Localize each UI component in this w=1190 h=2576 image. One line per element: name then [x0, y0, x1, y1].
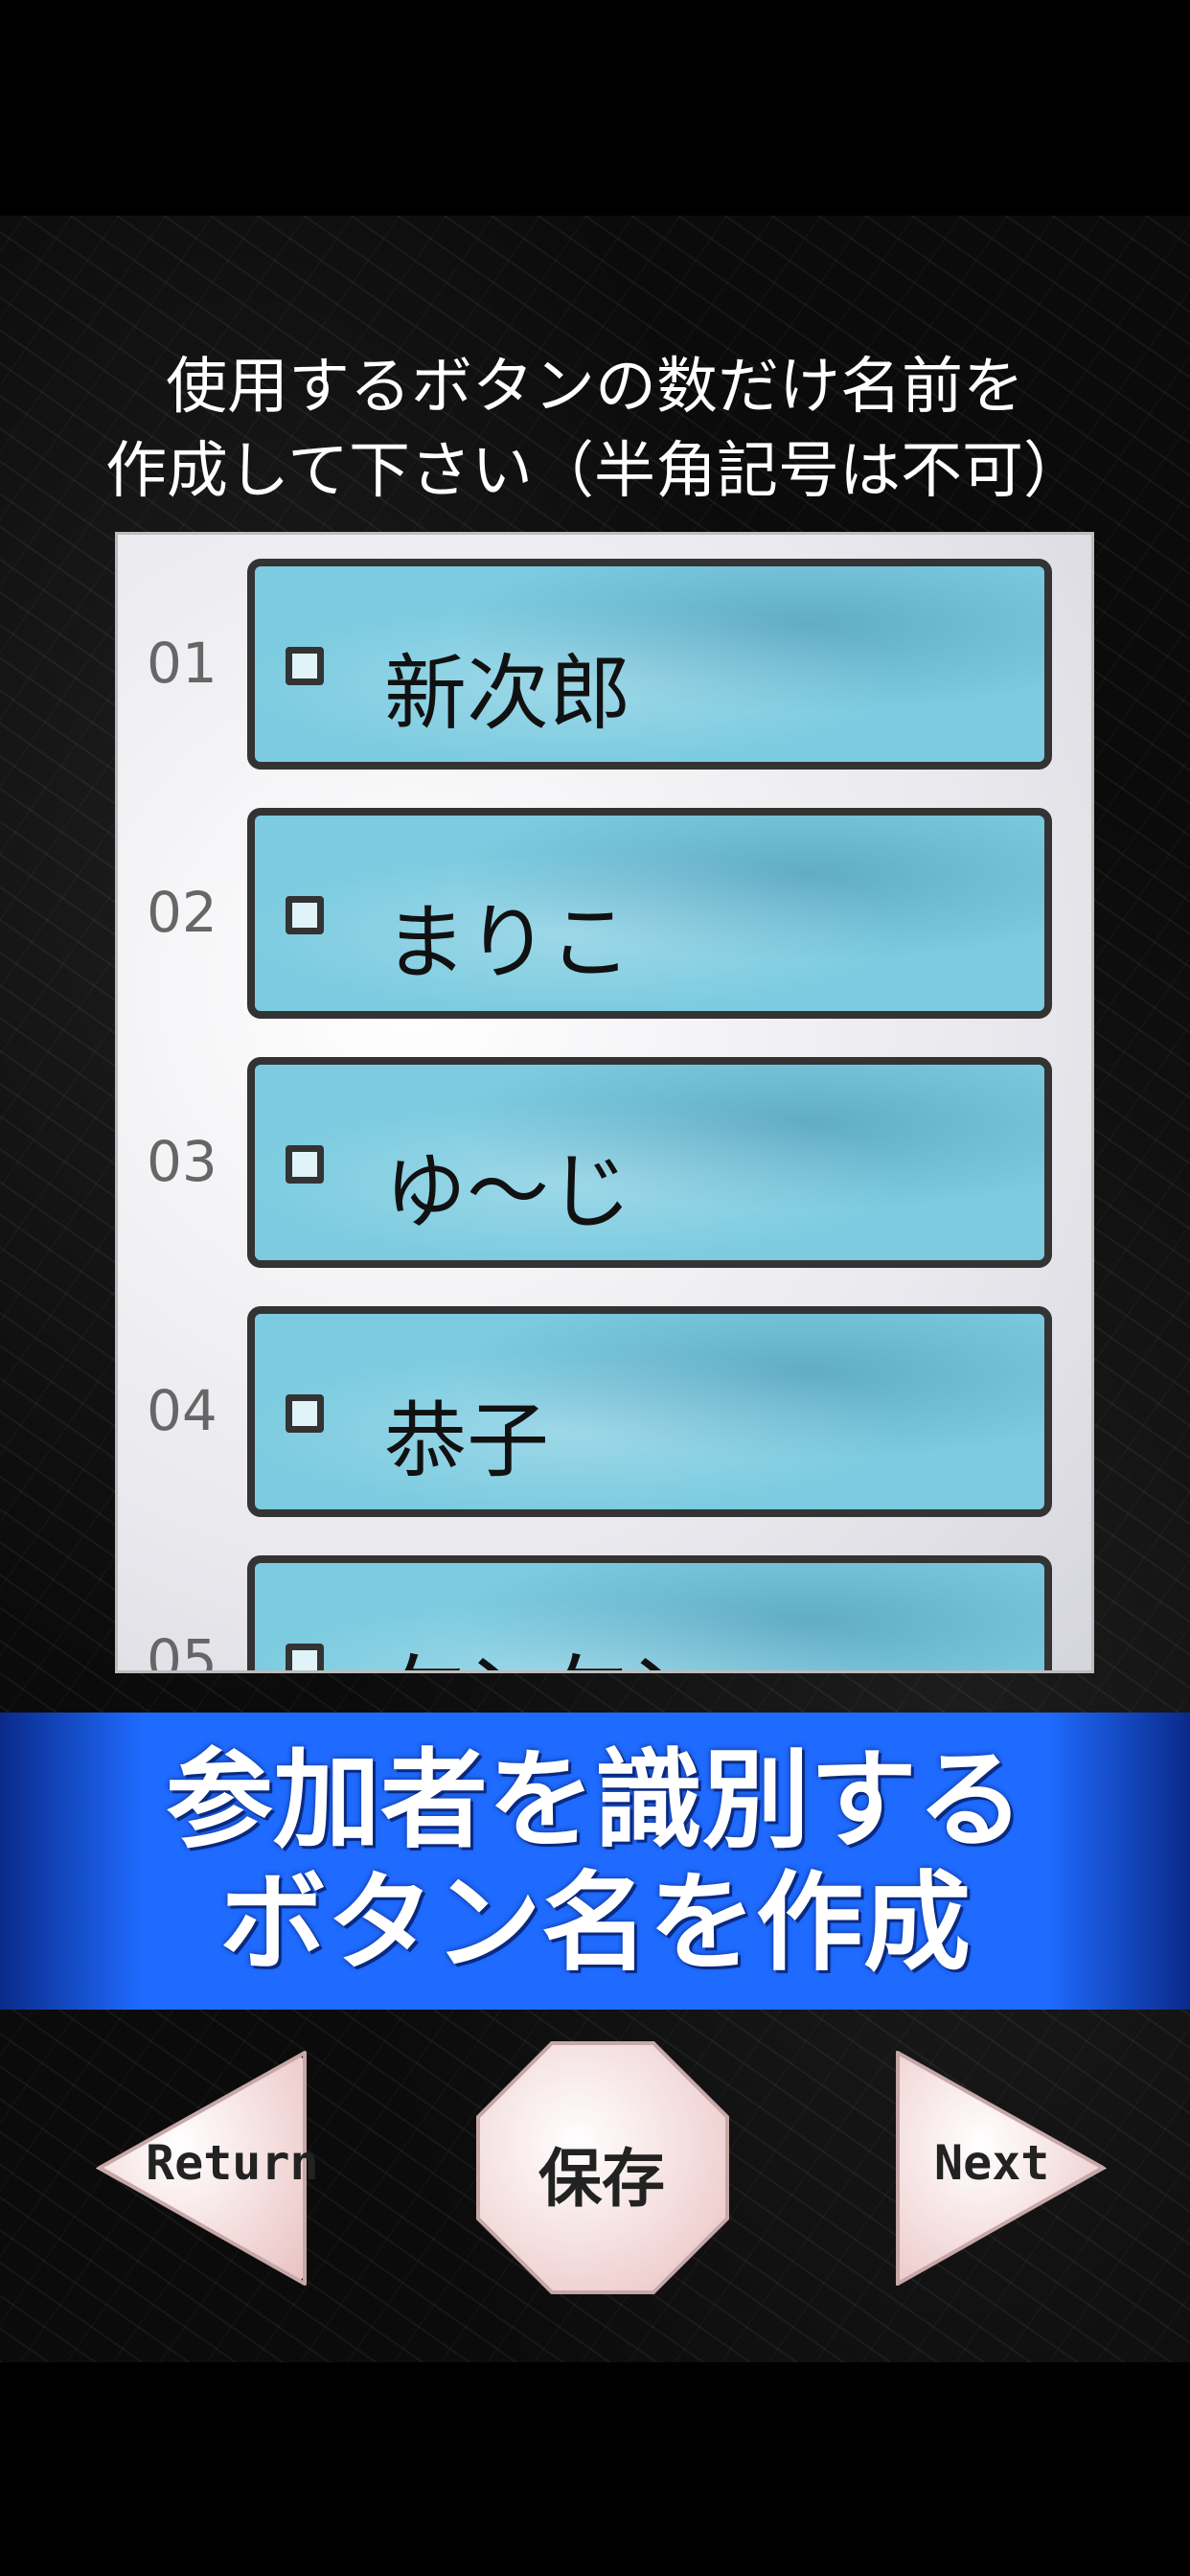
row-number: 04 — [147, 1378, 217, 1443]
name-label: 恭子 — [384, 1393, 549, 1489]
list-item: 04 恭子 — [118, 1282, 1091, 1517]
name-label: まりこ — [384, 895, 631, 991]
name-button[interactable]: まりこ — [247, 808, 1052, 1019]
name-button[interactable]: ケンケン — [247, 1555, 1052, 1670]
row-number: 02 — [147, 880, 217, 945]
row-number: 05 — [147, 1627, 217, 1673]
name-button[interactable]: 新次郎 — [247, 559, 1052, 770]
name-label: ゆ～じ — [384, 1144, 631, 1240]
instruction-text: 使用するボタンの数だけ名前を 作成して下さい（半角記号は不可） — [104, 352, 1086, 507]
checkbox-icon — [286, 1145, 324, 1184]
list-item: 03 ゆ～じ — [118, 1033, 1091, 1268]
checkbox-icon — [286, 896, 324, 934]
name-list[interactable]: 01 新次郎 02 まりこ 03 ゆ～じ 04 恭子 05 ケンケン — [115, 532, 1094, 1673]
save-label: 保存 — [538, 2142, 665, 2216]
banner-text: 参加者を識別する ボタン名を作成 — [166, 1738, 1024, 1986]
checkbox-icon — [286, 647, 324, 685]
checkbox-icon — [286, 1644, 324, 1670]
row-number: 03 — [147, 1129, 217, 1194]
next-label: Next — [934, 2135, 1050, 2191]
name-button[interactable]: ゆ～じ — [247, 1057, 1052, 1268]
checkbox-icon — [286, 1394, 324, 1433]
list-item: 02 まりこ — [118, 784, 1091, 1019]
name-label: ケンケン — [384, 1622, 709, 1670]
list-item: 05 ケンケン — [118, 1531, 1091, 1673]
name-button[interactable]: 恭子 — [247, 1306, 1052, 1517]
name-label: 新次郎 — [384, 646, 631, 742]
title-banner: 参加者を識別する ボタン名を作成 — [0, 1713, 1190, 2010]
return-label: Return — [146, 2135, 319, 2191]
list-item: 01 新次郎 — [118, 535, 1091, 770]
row-number: 01 — [147, 631, 217, 696]
